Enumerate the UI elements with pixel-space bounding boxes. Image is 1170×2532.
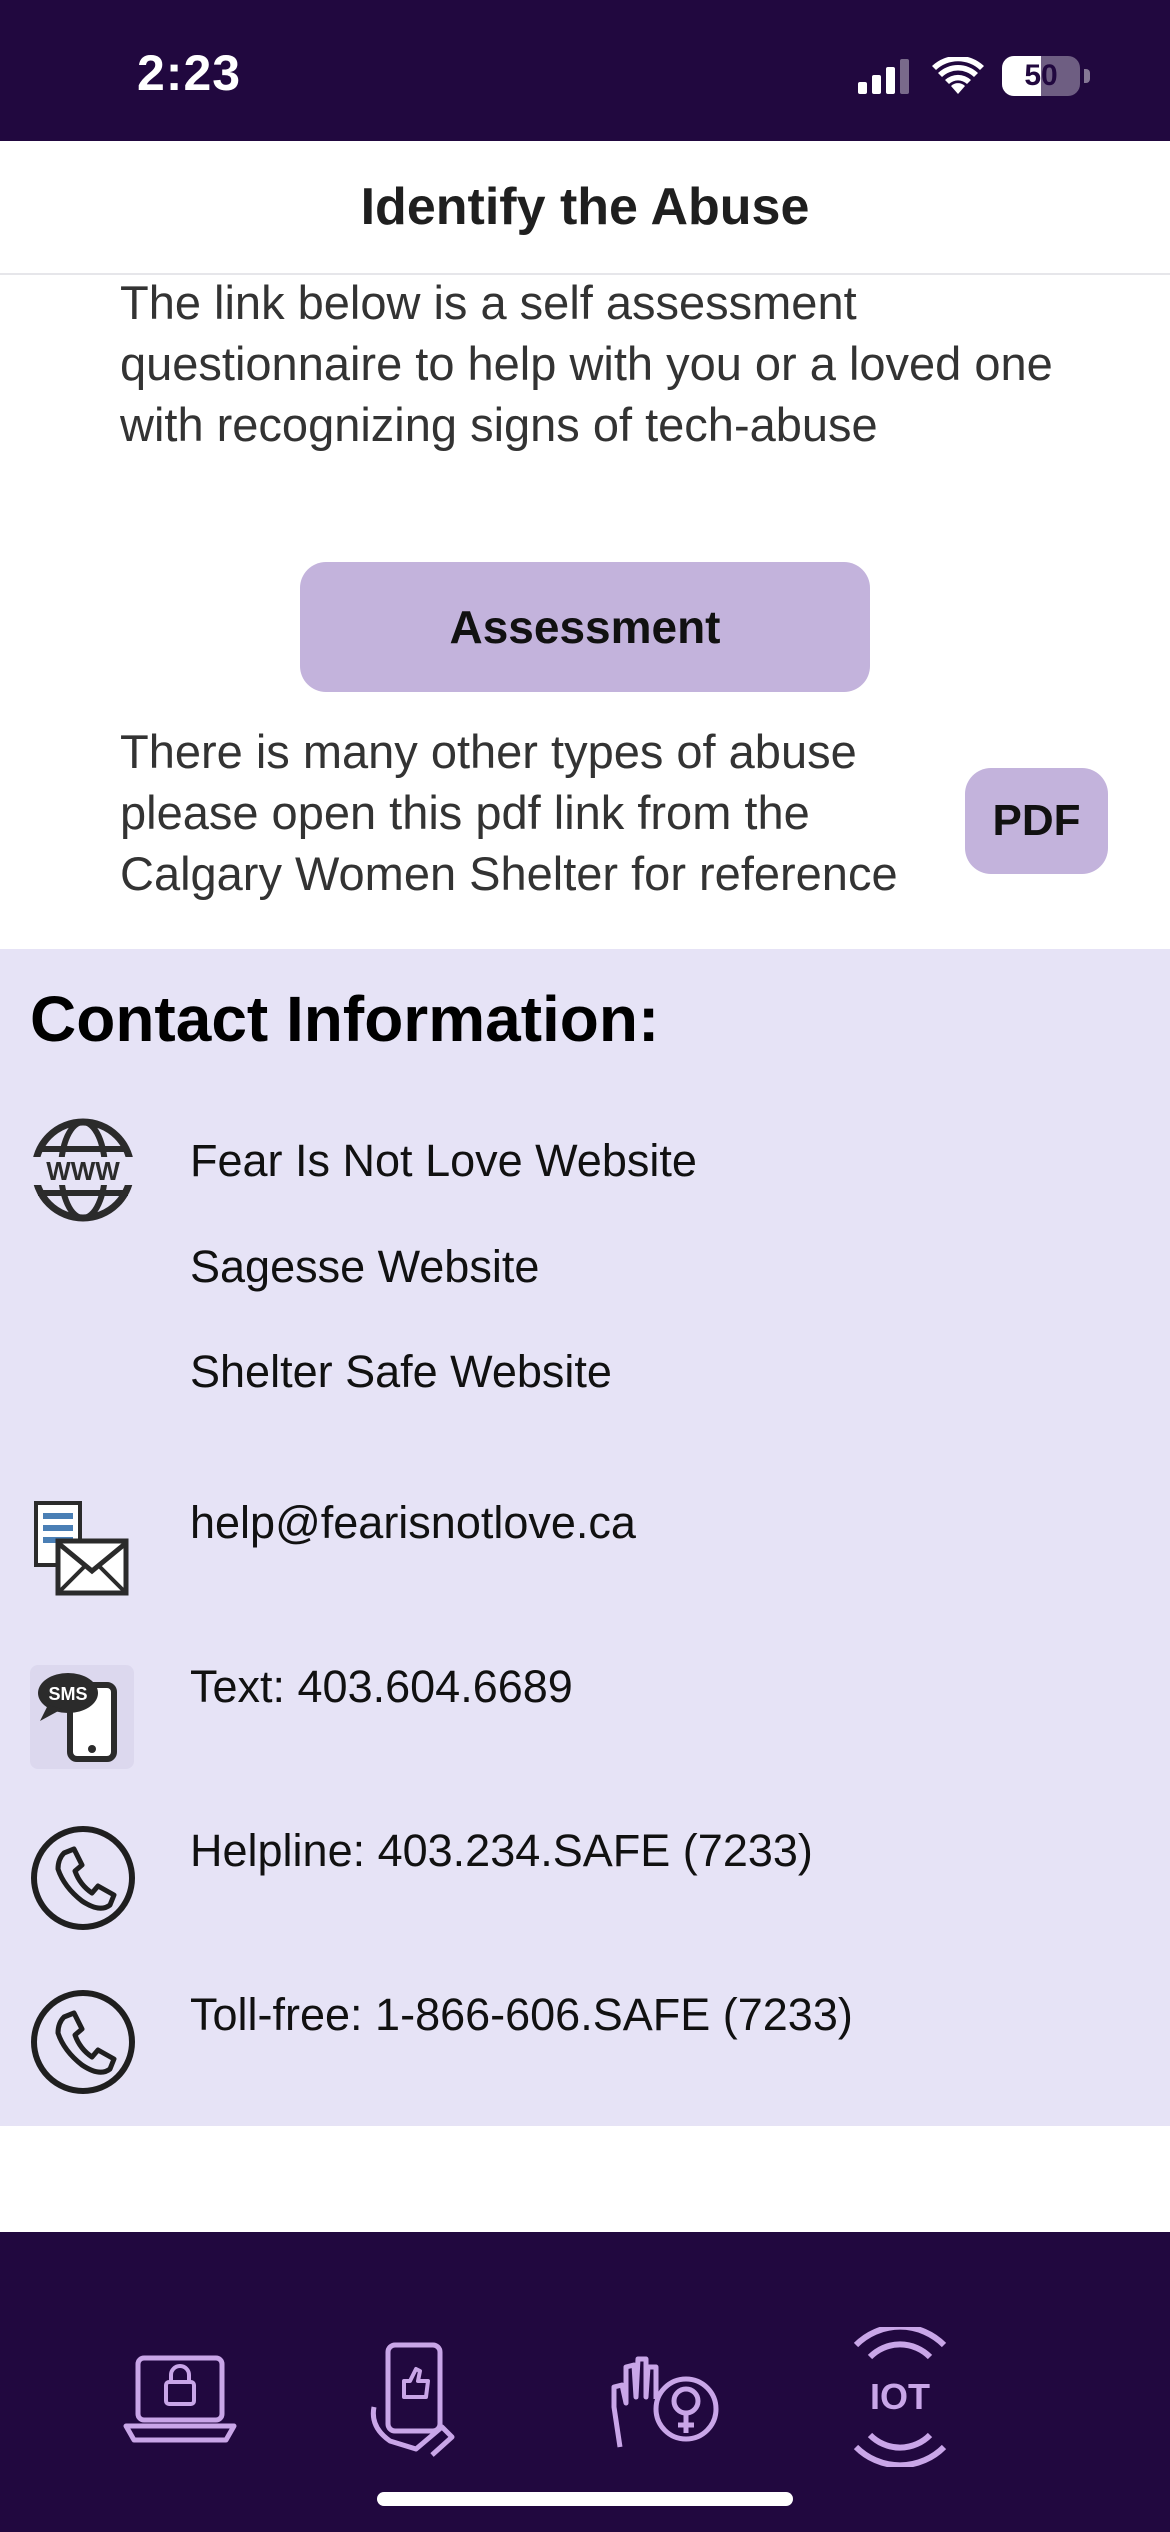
contact-panel: Contact Information: WWW Fear Is Not Lov…	[0, 949, 1170, 2126]
tab-bar: IOT	[0, 2232, 1170, 2532]
tab-phone-like[interactable]	[350, 2322, 490, 2472]
laptop-lock-icon	[123, 2355, 237, 2443]
pdf-button[interactable]: PDF	[965, 768, 1108, 874]
home-indicator[interactable]	[377, 2492, 793, 2506]
phone-icon	[31, 1990, 135, 2094]
battery-indicator: 50	[1002, 56, 1080, 96]
text-phone-link[interactable]: Text: 403.604.6689	[190, 1661, 573, 1713]
email-link[interactable]: help@fearisnotlove.ca	[190, 1497, 636, 1549]
phone-like-icon	[370, 2342, 455, 2457]
helpline-link[interactable]: Helpline: 403.234.SAFE (7233)	[190, 1825, 813, 1877]
email-icon	[34, 1501, 129, 1596]
www-badge-text: WWW	[46, 1156, 120, 1186]
tab-hand-female[interactable]	[590, 2322, 730, 2472]
www-globe-icon: WWW	[30, 1118, 136, 1222]
tab-iot[interactable]: IOT	[830, 2322, 970, 2472]
iot-label: IOT	[870, 2376, 930, 2417]
pdf-description: There is many other types of abuse pleas…	[120, 725, 898, 900]
signal-icon	[858, 59, 909, 94]
tollfree-link[interactable]: Toll-free: 1-866-606.SAFE (7233)	[190, 1989, 853, 2041]
assessment-button[interactable]: Assessment	[300, 562, 870, 692]
website-link-fear-is-not-love[interactable]: Fear Is Not Love Website	[190, 1135, 697, 1187]
phone-icon	[31, 1826, 135, 1930]
website-link-sagesse[interactable]: Sagesse Website	[190, 1241, 539, 1293]
sms-badge-text: SMS	[48, 1684, 87, 1704]
website-link-shelter-safe[interactable]: Shelter Safe Website	[190, 1346, 612, 1398]
tab-laptop-lock[interactable]	[110, 2322, 250, 2472]
wifi-icon	[932, 57, 984, 94]
status-time: 2:23	[137, 45, 242, 101]
battery-level: 50	[1024, 59, 1058, 92]
status-bar: 2:23 50	[0, 0, 1170, 141]
hand-female-icon	[611, 2356, 719, 2448]
iot-icon: IOT	[853, 2327, 947, 2467]
page-title: Identify the Abuse	[360, 178, 810, 236]
sms-phone-icon: SMS	[30, 1665, 134, 1769]
nav-header: Identify the Abuse	[0, 141, 1170, 275]
contact-title: Contact Information:	[30, 983, 660, 1055]
status-icons: 50	[858, 56, 1090, 96]
intro-text: The link below is a self assessment ques…	[120, 276, 1053, 451]
battery-cap	[1084, 69, 1090, 83]
